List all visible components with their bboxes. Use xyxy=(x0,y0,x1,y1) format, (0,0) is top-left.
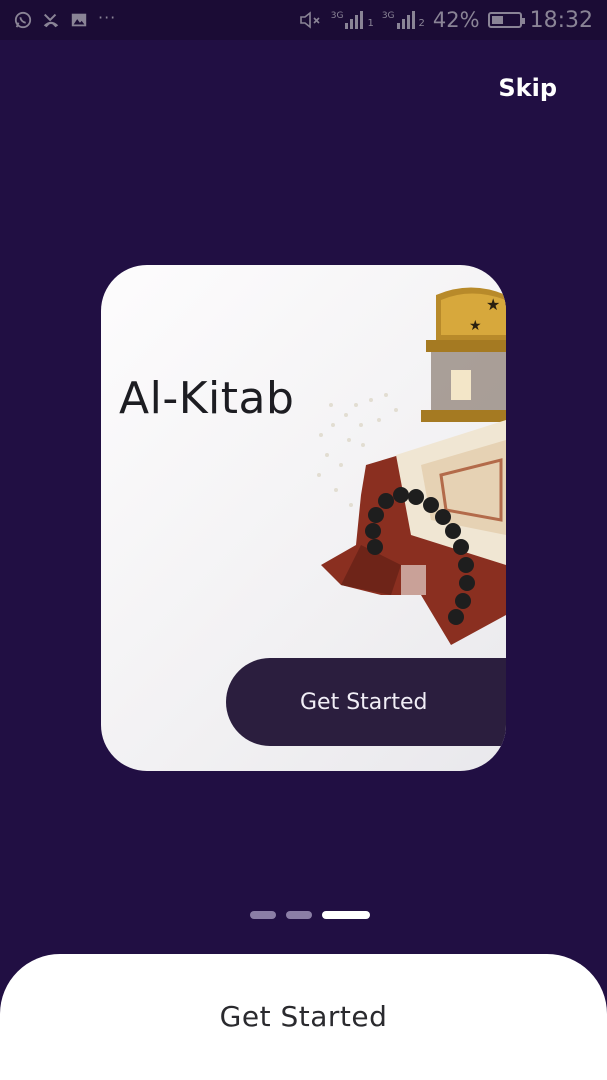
network-type-1: 3G xyxy=(330,11,344,21)
page-dot[interactable] xyxy=(250,911,276,919)
signal-icon xyxy=(345,11,364,29)
page-dot[interactable] xyxy=(286,911,312,919)
clock: 18:32 xyxy=(529,7,593,33)
onboarding-card: ★ ★ Al-Kitab Get Started xyxy=(101,265,506,771)
status-bar-left: ··· xyxy=(14,7,117,29)
page-dot-active[interactable] xyxy=(322,911,370,919)
more-notifications: ··· xyxy=(98,7,117,27)
battery-icon xyxy=(487,12,525,28)
skip-button[interactable]: Skip xyxy=(498,74,557,102)
missed-call-icon xyxy=(43,13,59,28)
mute-icon xyxy=(299,11,320,29)
sim-index-1: 1 xyxy=(367,18,374,29)
signal-sim-1: 3G 1 xyxy=(331,11,374,29)
status-bar: ··· 3G 1 3G 2 42% 18:32 xyxy=(0,0,607,40)
svg-text:★: ★ xyxy=(469,318,482,334)
card-title: Al-Kitab xyxy=(119,373,295,424)
svg-text:★: ★ xyxy=(486,295,500,314)
network-type-2: 3G xyxy=(381,11,395,21)
page-indicator xyxy=(250,911,370,919)
sim-index-2: 2 xyxy=(418,18,425,29)
get-started-label: Get Started xyxy=(219,1000,388,1033)
image-icon xyxy=(71,13,87,27)
status-bar-right: 3G 1 3G 2 42% 18:32 xyxy=(299,8,593,33)
battery-percent: 42% xyxy=(432,8,480,32)
get-started-button[interactable]: Get Started xyxy=(0,954,607,1080)
whatsapp-icon xyxy=(14,11,32,29)
card-get-started-button[interactable]: Get Started xyxy=(226,658,506,746)
signal-sim-2: 3G 2 xyxy=(382,11,425,29)
signal-icon xyxy=(396,11,415,29)
